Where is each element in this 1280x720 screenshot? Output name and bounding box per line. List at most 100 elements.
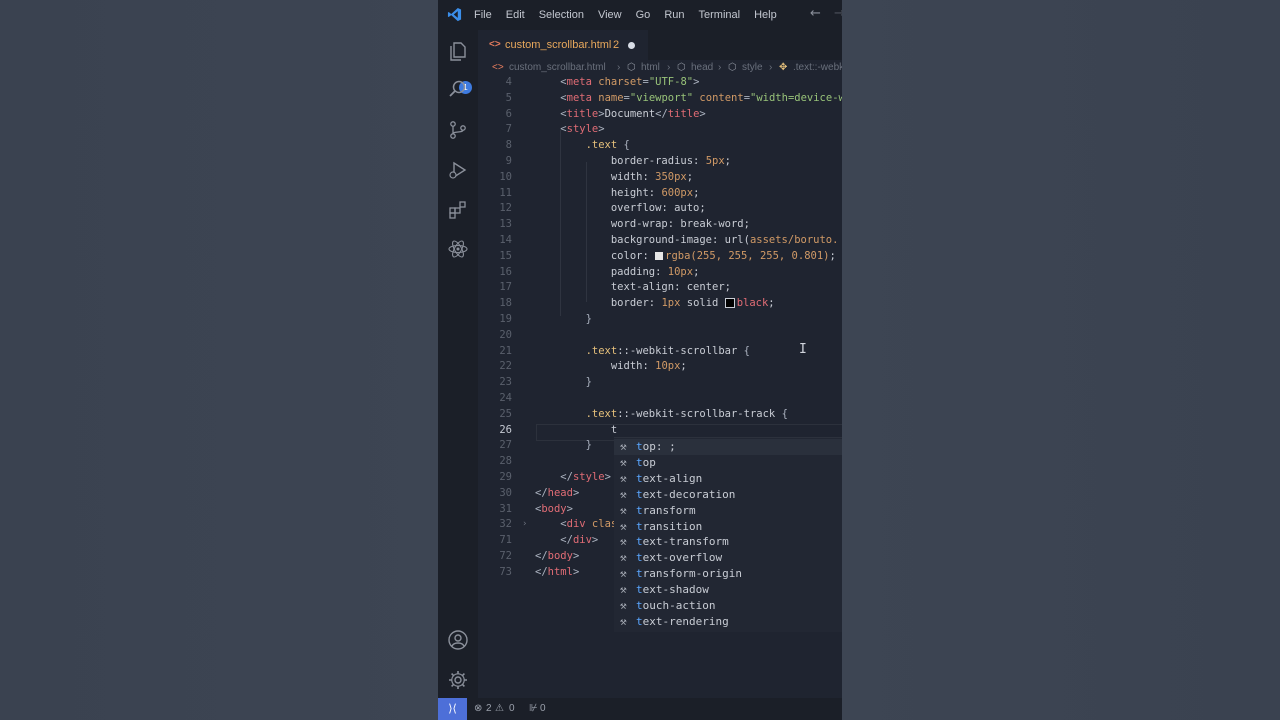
code-line[interactable]: 4 <meta charset="UTF-8"> bbox=[478, 74, 842, 90]
code-line[interactable]: 20 bbox=[478, 327, 842, 343]
breadcrumb-style[interactable]: style bbox=[742, 62, 763, 73]
code-text: <meta name="viewport" content="width=dev… bbox=[560, 91, 842, 104]
code-line[interactable]: 8 .text { bbox=[478, 137, 842, 153]
line-number: 24 bbox=[499, 392, 512, 404]
code-text: <div clas bbox=[560, 518, 618, 531]
suggestion-item[interactable]: ⚒ transform bbox=[614, 503, 842, 519]
menu-terminal[interactable]: Terminal bbox=[699, 9, 741, 21]
code-line[interactable]: 17 text-align: center; bbox=[478, 279, 842, 295]
breadcrumb-head[interactable]: head bbox=[691, 62, 713, 73]
breadcrumb-html[interactable]: html bbox=[641, 62, 660, 73]
code-line[interactable]: 16 padding: 10px; bbox=[478, 264, 842, 280]
warning-icon[interactable]: ⚠ bbox=[495, 703, 504, 714]
explorer-icon[interactable] bbox=[447, 40, 469, 62]
suggestion-rest: ext-overflow bbox=[642, 551, 723, 565]
forward-arrow-icon[interactable]: → bbox=[834, 6, 842, 21]
line-number: 16 bbox=[499, 265, 512, 278]
suggestion-item[interactable]: ⚒ top bbox=[614, 455, 842, 471]
property-wrench-icon: ⚒ bbox=[620, 599, 627, 612]
code-line[interactable]: 26 t bbox=[478, 422, 842, 438]
code-line[interactable]: 21 .text::-webkit-scrollbar { bbox=[478, 343, 842, 359]
search-icon[interactable] bbox=[447, 78, 469, 100]
suggestion-label: top: ; bbox=[636, 439, 676, 455]
code-text: } bbox=[585, 439, 592, 452]
run-debug-icon[interactable] bbox=[447, 159, 469, 181]
ports-icon[interactable]: ⊮ bbox=[529, 703, 538, 714]
code-line[interactable]: 5 <meta name="viewport" content="width=d… bbox=[478, 90, 842, 106]
tab-filename: custom_scrollbar.html bbox=[505, 39, 612, 51]
code-line[interactable]: 22 width: 10px; bbox=[478, 358, 842, 374]
suggestion-item[interactable]: ⚒ text-shadow bbox=[614, 582, 842, 598]
source-control-icon[interactable] bbox=[447, 119, 469, 141]
property-wrench-icon: ⚒ bbox=[620, 487, 627, 501]
code-line[interactable]: 19 } bbox=[478, 311, 842, 327]
error-count[interactable]: 2 bbox=[486, 703, 492, 714]
line-number: 11 bbox=[499, 186, 512, 199]
menu-file[interactable]: File bbox=[474, 9, 492, 21]
remote-icon[interactable]: ⟩⟨ bbox=[438, 698, 467, 720]
status-bar: ⟩⟨ ⊗ 2 ⚠ 0 ⊮ 0 bbox=[438, 698, 842, 720]
suggestion-item[interactable]: ⚒ text-transform bbox=[614, 534, 842, 550]
extensions-icon[interactable] bbox=[447, 199, 469, 221]
menu-view[interactable]: View bbox=[598, 9, 622, 21]
property-wrench-icon: ⚒ bbox=[620, 503, 627, 517]
code-text: </html> bbox=[535, 565, 580, 578]
suggestion-item[interactable]: ⚒ touch-action bbox=[614, 598, 842, 614]
suggestion-item[interactable]: ⚒ text-decoration bbox=[614, 487, 842, 503]
code-line[interactable]: 23 } bbox=[478, 374, 842, 390]
code-text: .text { bbox=[585, 139, 630, 152]
code-line[interactable]: 12 overflow: auto; bbox=[478, 200, 842, 216]
suggestion-item[interactable]: ⚒ text-rendering bbox=[614, 614, 842, 630]
suggestion-item[interactable]: ⚒ text-overflow bbox=[614, 550, 842, 566]
code-text: </head> bbox=[535, 486, 580, 499]
suggestion-item[interactable]: ⚒ top: ; bbox=[614, 439, 842, 455]
suggestion-label: top bbox=[636, 455, 656, 471]
background-right bbox=[842, 0, 1280, 720]
code-text: } bbox=[585, 313, 592, 325]
suggestion-rest: ouch-action bbox=[642, 599, 716, 612]
menu-go[interactable]: Go bbox=[636, 9, 651, 21]
fold-chevron-icon[interactable]: › bbox=[522, 519, 527, 529]
suggestion-match: t bbox=[636, 455, 643, 469]
suggestion-label: text-decoration bbox=[636, 487, 735, 503]
line-number: 5 bbox=[505, 91, 512, 104]
line-number: 12 bbox=[499, 202, 512, 215]
code-text: <title>Document</title> bbox=[560, 107, 706, 120]
suggestion-item[interactable]: ⚒ transform-origin bbox=[614, 566, 842, 582]
account-icon[interactable] bbox=[447, 629, 469, 651]
unsaved-dot-icon[interactable] bbox=[628, 42, 635, 49]
code-line[interactable]: 18 border: 1px solid black; bbox=[478, 295, 842, 311]
breadcrumb-file[interactable]: custom_scrollbar.html bbox=[509, 62, 606, 73]
warning-count[interactable]: 0 bbox=[509, 703, 515, 714]
ports-count[interactable]: 0 bbox=[540, 703, 546, 714]
code-line[interactable]: 13 word-wrap: break-word; bbox=[478, 216, 842, 232]
menu-help[interactable]: Help bbox=[754, 9, 777, 21]
settings-gear-icon[interactable] bbox=[447, 669, 469, 691]
suggestion-item[interactable]: ⚒ text-align bbox=[614, 471, 842, 487]
code-line[interactable]: 15 color: rgba(255, 255, 255, 0.801); bbox=[478, 248, 842, 264]
breadcrumb-selector[interactable]: .text::-webk bbox=[793, 62, 842, 73]
menu-selection[interactable]: Selection bbox=[539, 9, 584, 21]
code-text: text-align: center; bbox=[610, 281, 731, 294]
menu-edit[interactable]: Edit bbox=[506, 9, 525, 21]
code-line[interactable]: 14 background-image: url(assets/boruto. bbox=[478, 232, 842, 248]
line-number: 13 bbox=[499, 218, 512, 231]
line-number: 8 bbox=[505, 139, 512, 152]
code-line[interactable]: 24 bbox=[478, 390, 842, 406]
menu-run[interactable]: Run bbox=[664, 9, 684, 21]
code-text: </div> bbox=[560, 534, 599, 547]
code-line[interactable]: 6 <title>Document</title> bbox=[478, 106, 842, 122]
suggestion-item[interactable]: ⚒ transition bbox=[614, 519, 842, 535]
suggestion-rest: ext-shadow bbox=[642, 583, 709, 597]
error-icon[interactable]: ⊗ bbox=[474, 703, 482, 714]
back-arrow-icon[interactable]: ← bbox=[810, 6, 821, 21]
code-line[interactable]: 10 width: 350px; bbox=[478, 169, 842, 185]
tab-custom-scrollbar[interactable]: <> custom_scrollbar.html 2 bbox=[478, 30, 648, 60]
activity-bar: 1 bbox=[438, 30, 478, 698]
code-line[interactable]: 7 <style> bbox=[478, 121, 842, 137]
react-icon[interactable] bbox=[447, 238, 469, 260]
code-line[interactable]: 11 height: 600px; bbox=[478, 185, 842, 201]
code-line[interactable]: 9 border-radius: 5px; bbox=[478, 153, 842, 169]
line-number: 10 bbox=[499, 170, 512, 183]
code-line[interactable]: 25 .text::-webkit-scrollbar-track { bbox=[478, 406, 842, 422]
